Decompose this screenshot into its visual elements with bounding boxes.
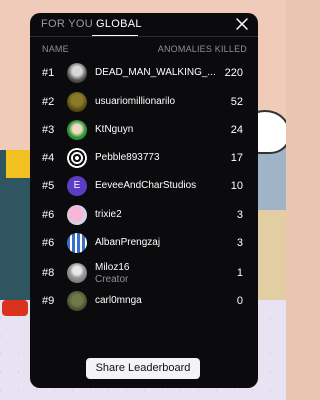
username: Pebble893773 [95,152,160,163]
username: carl0mnga [95,295,142,306]
gray-portrait-avatar [67,63,87,83]
username: DEAD_MAN_WALKING_... [95,67,216,78]
leaderboard-row[interactable]: #2 usuariomillionarilo 52 [30,89,258,115]
tab-for-you[interactable]: FOR YOU [41,18,93,30]
rank-label: #6 [42,209,55,221]
tab-divider [30,36,258,37]
kill-count: 0 [236,295,243,307]
kill-count: 220 [224,67,243,79]
share-leaderboard-button[interactable]: Share Leaderboard [86,358,200,379]
pattern-avatar [67,148,87,168]
tab-global[interactable]: GLOBAL [96,18,142,30]
rank-label: #2 [42,96,55,108]
rank-label: #1 [42,67,55,79]
username: Miloz16 [95,262,130,273]
column-header-name: NAME [42,44,69,54]
leaderboard-panel: FOR YOU GLOBAL NAME ANOMALIES KILLED #1 D… [30,13,258,388]
dark-green-avatar [67,291,87,311]
kill-count: 3 [236,237,243,249]
leaderboard-row[interactable]: #6 AlbanPrengzaj 3 [30,230,258,256]
leaderboard-row[interactable]: #8 Miloz16 Creator 1 [30,260,258,286]
username: KtNguyn [95,124,134,135]
kill-count: 10 [230,180,243,192]
olive-figure-avatar [67,92,87,112]
username: AlbanPrengzaj [95,237,161,248]
pink-pony-avatar [67,205,87,225]
creator-badge: Creator [95,274,129,285]
rank-label: #6 [42,237,55,249]
rank-label: #5 [42,180,55,192]
username: EeveeAndCharStudios [95,180,197,191]
close-icon[interactable] [235,17,249,31]
rank-label: #4 [42,152,55,164]
leaderboard-row[interactable]: #5 E EeveeAndCharStudios 10 [30,173,258,199]
leaderboard-row[interactable]: #9 carl0mnga 0 [30,288,258,314]
blue-stripes-avatar [67,233,87,253]
leaderboard-row[interactable]: #4 Pebble893773 17 [30,145,258,171]
rank-label: #9 [42,295,55,307]
kill-count: 3 [236,209,243,221]
tab-bar: FOR YOU GLOBAL [30,13,258,37]
avatar-initial: E [73,180,81,191]
leaderboard-row[interactable]: #6 trixie2 3 [30,202,258,228]
green-character-avatar [67,120,87,140]
gray-person-avatar [67,263,87,283]
leaderboard-row[interactable]: #1 DEAD_MAN_WALKING_... 220 [30,60,258,86]
background-red-object [2,300,28,316]
username: usuariomillionarilo [95,96,176,107]
kill-count: 24 [230,124,243,136]
rank-label: #8 [42,267,55,279]
column-header-kills: ANOMALIES KILLED [157,44,247,54]
kill-count: 1 [236,267,243,279]
username: trixie2 [95,209,122,220]
kill-count: 17 [230,152,243,164]
rank-label: #3 [42,124,55,136]
letter-e-avatar: E [67,176,87,196]
kill-count: 52 [230,96,243,108]
leaderboard-row[interactable]: #3 KtNguyn 24 [30,117,258,143]
